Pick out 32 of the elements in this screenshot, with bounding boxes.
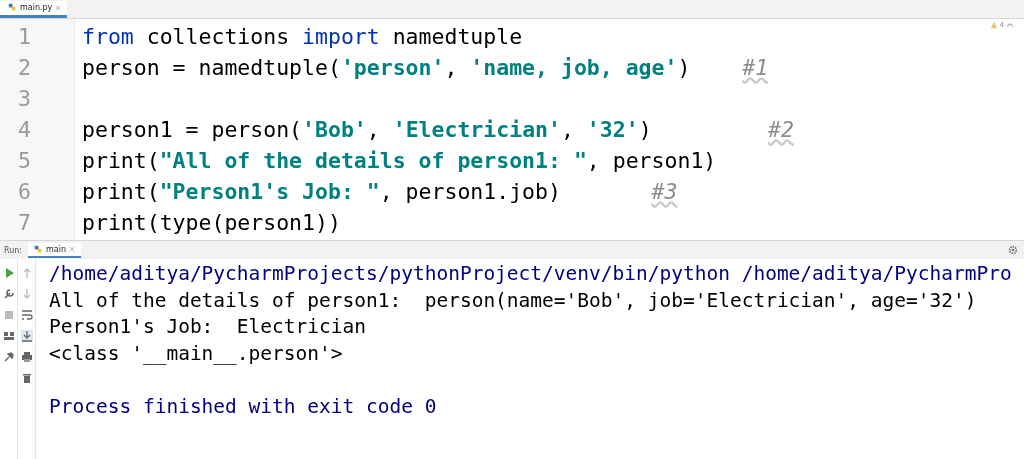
settings-icon[interactable]: [1008, 245, 1018, 255]
print-icon[interactable]: [20, 351, 33, 363]
editor-tab[interactable]: main.py: [0, 1, 68, 18]
code-line: print("Person1's Job: ", person1.job) #3: [82, 178, 679, 206]
code-line: person1 = person('Bob', 'Electrician', '32') #2: [82, 116, 794, 144]
line-number: 2: [17, 54, 32, 82]
scroll-to-end-icon[interactable]: [20, 330, 33, 342]
python-file-icon: [8, 3, 17, 12]
console-line: <class '__main__.person'>: [49, 340, 344, 367]
line-number: 3: [17, 85, 32, 113]
run-label: Run:: [3, 245, 24, 255]
line-number: 6: [17, 178, 32, 206]
console-line: /home/aditya/PycharmProjects/pythonProject/venv/bin/python /home/aditya/PycharmPro: [49, 261, 1012, 287]
code-line: print("All of the details of person1: ", person1): [82, 147, 718, 175]
line-number: 1: [17, 23, 32, 51]
console-line: All of the details of person1: person(name='Bob', job='Electrician', age='32'): [49, 287, 978, 314]
line-number: 4: [17, 116, 32, 144]
wrench-icon[interactable]: [2, 288, 15, 300]
trash-icon[interactable]: [20, 372, 33, 384]
code-line: person = namedtuple('person', 'name, job, age') #1: [82, 54, 770, 82]
soft-wrap-icon[interactable]: [20, 309, 33, 321]
layout-icon[interactable]: [2, 330, 15, 342]
console-line: Process finished with exit code 0: [49, 393, 438, 420]
line-number: 7: [17, 209, 32, 237]
python-file-icon: [34, 244, 44, 254]
pin-icon[interactable]: [2, 351, 15, 363]
code-line: from collections import namedtuple: [82, 23, 524, 51]
run-tab[interactable]: main: [28, 242, 82, 258]
console-line: Person1's Job: Electrician: [49, 314, 367, 340]
code-line: print(type(person1)): [82, 209, 342, 237]
line-number: 5: [17, 147, 32, 175]
chevron-up-icon[interactable]: [1006, 21, 1014, 29]
